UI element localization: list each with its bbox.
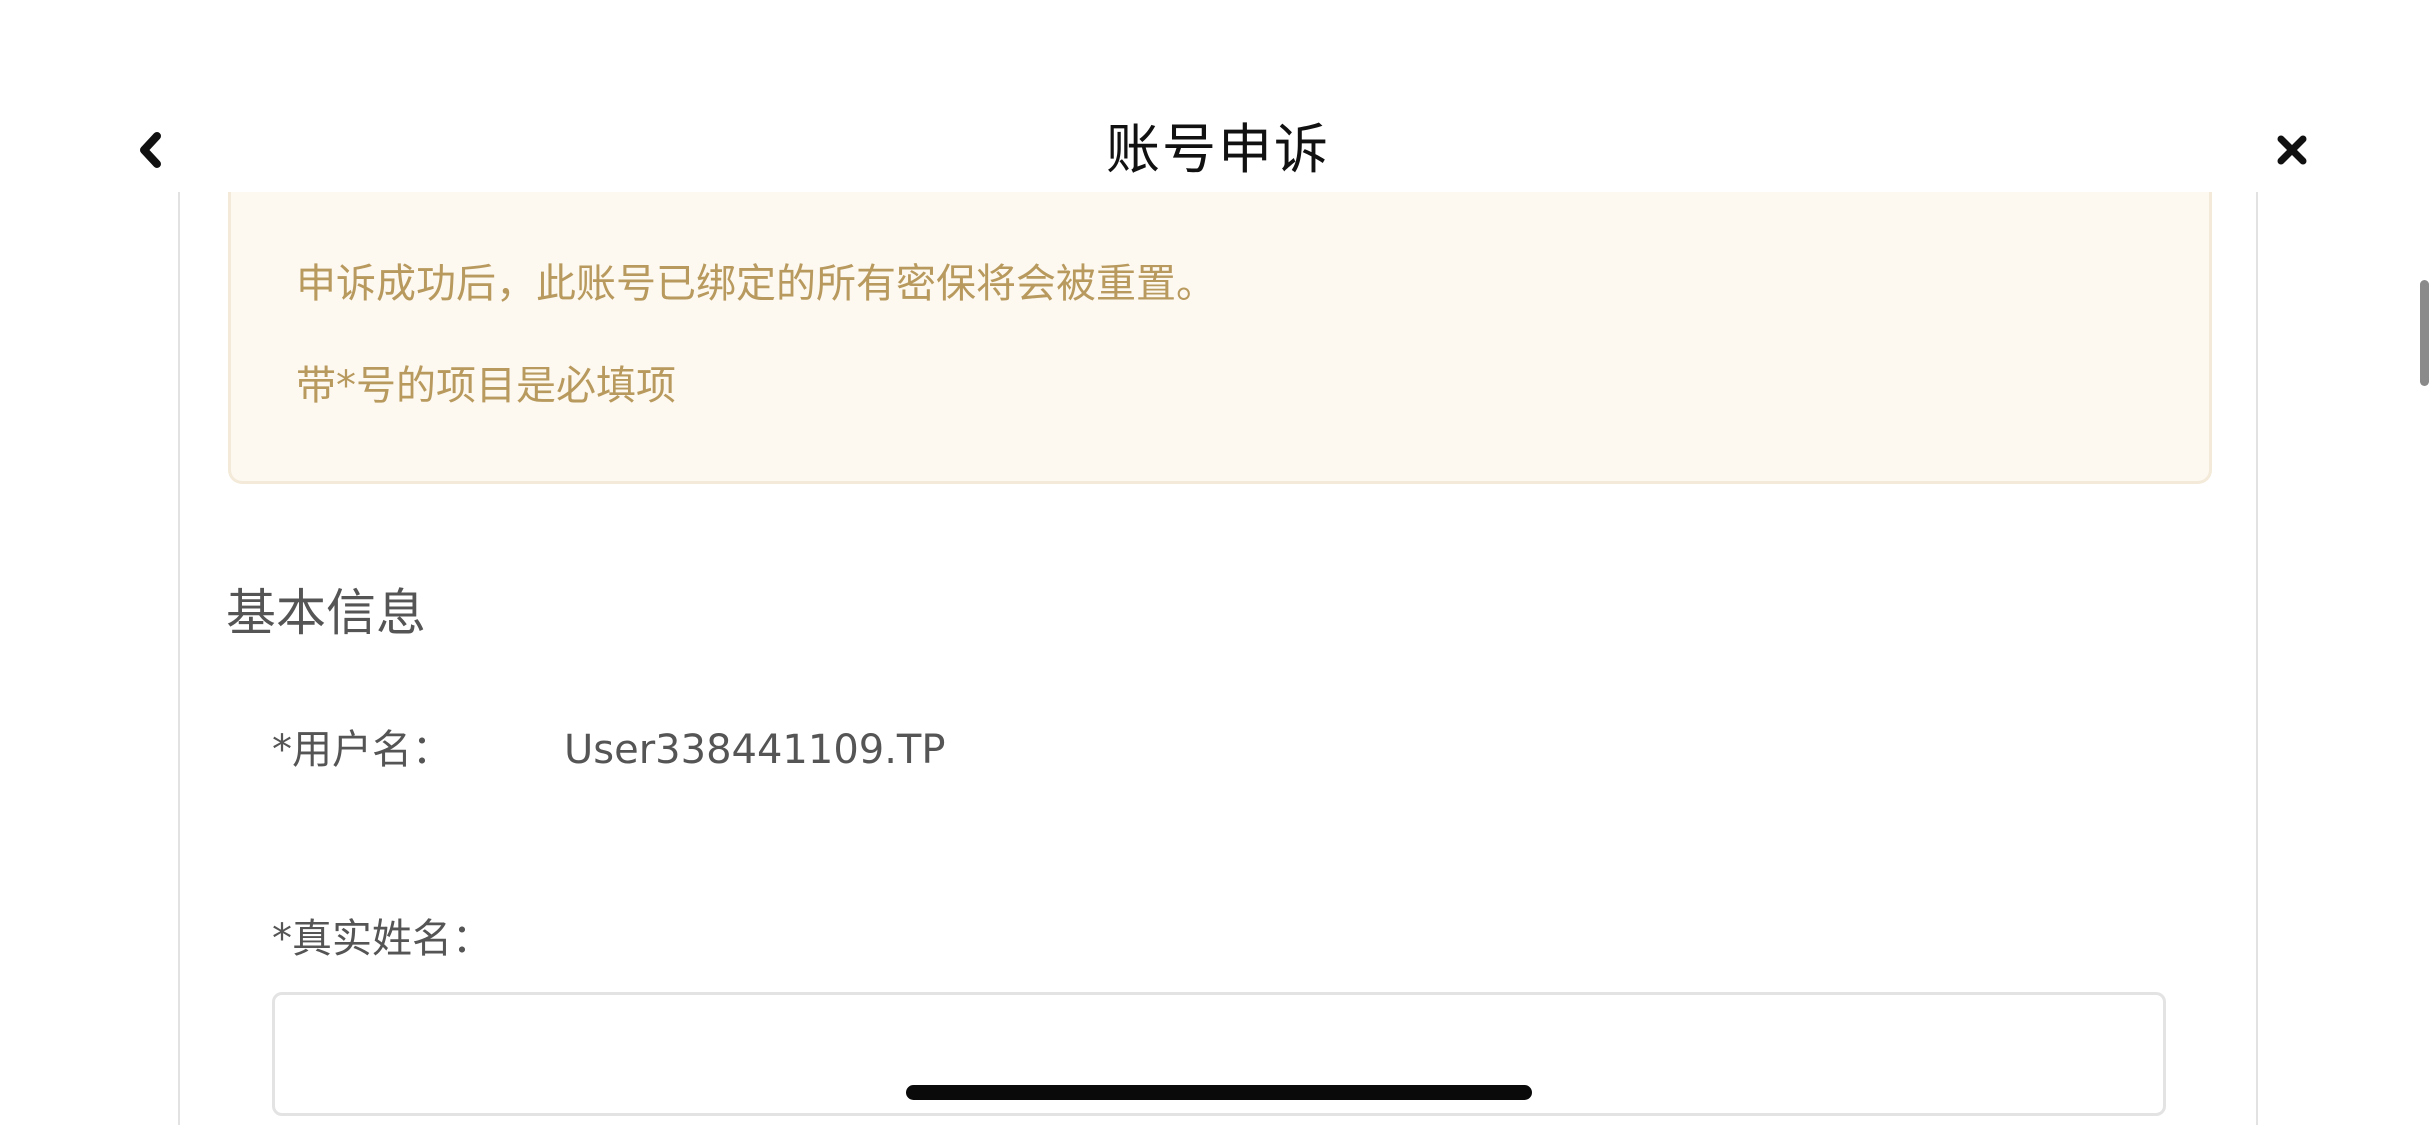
close-icon xyxy=(2277,135,2307,165)
appeal-screen: 账号申诉 申诉成功后，此账号已绑定的所有密保将会被重置。 带*号的项目是必填项 … xyxy=(0,0,2436,1125)
username-label: *用户名： xyxy=(272,727,452,773)
page-title: 账号申诉 xyxy=(1106,118,1330,181)
section-title-basic-info: 基本信息 xyxy=(226,584,426,642)
appeal-form: 申诉成功后，此账号已绑定的所有密保将会被重置。 带*号的项目是必填项 基本信息 … xyxy=(178,192,2258,1125)
close-button[interactable] xyxy=(2272,130,2312,170)
notice-box: 申诉成功后，此账号已绑定的所有密保将会被重置。 带*号的项目是必填项 xyxy=(228,192,2212,484)
navigation-bar: 账号申诉 xyxy=(0,0,2436,192)
username-value: User338441109.TP xyxy=(564,727,946,773)
notice-required-text: 带*号的项目是必填项 xyxy=(296,363,676,409)
scrollbar-thumb[interactable] xyxy=(2420,280,2429,386)
notice-reset-text: 申诉成功后，此账号已绑定的所有密保将会被重置。 xyxy=(296,261,1216,307)
real-name-label: *真实姓名： xyxy=(272,916,492,962)
home-indicator[interactable] xyxy=(906,1085,1532,1100)
